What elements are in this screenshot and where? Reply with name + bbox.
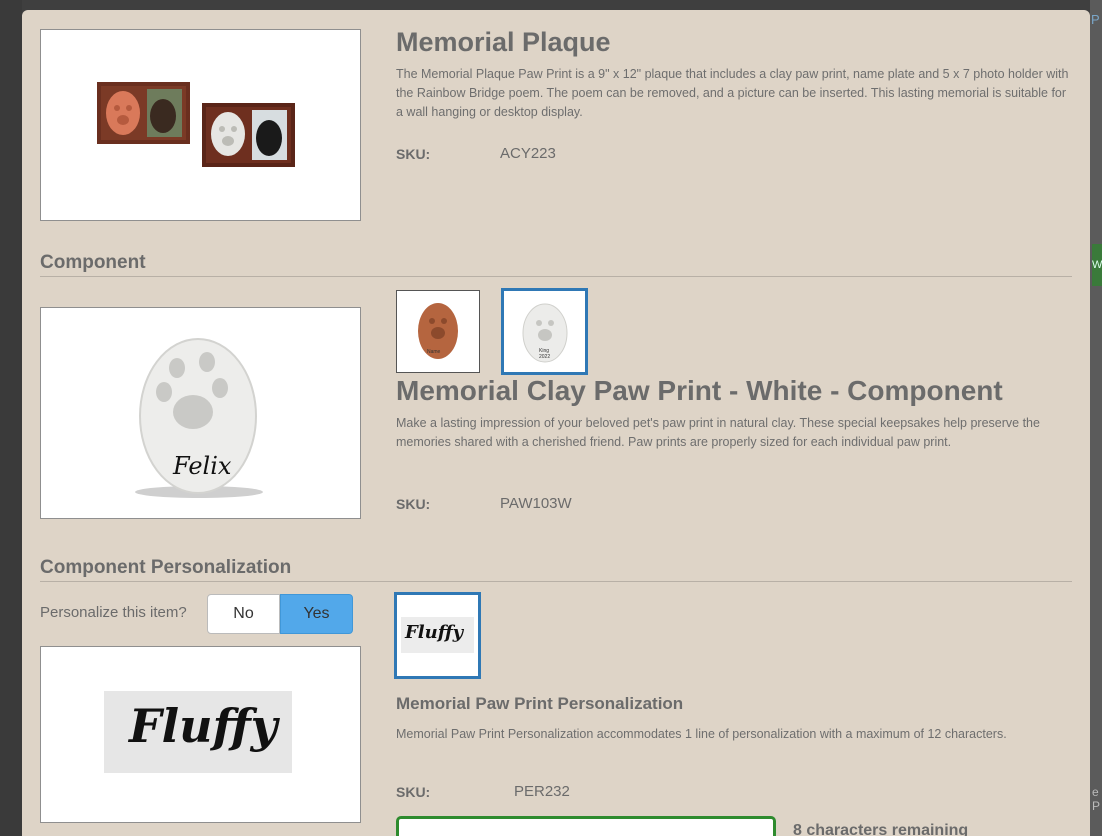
product-sku-value: ACY223 [500, 145, 556, 162]
backdrop-left [0, 0, 22, 836]
backdrop-green-button: W [1092, 244, 1102, 286]
variant-thumb-terracotta[interactable]: Name [396, 290, 480, 373]
component-image-name: Felix [173, 452, 232, 480]
component-title: Memorial Clay Paw Print - White - Compon… [396, 375, 1003, 406]
personalization-thumb[interactable]: Fluffy [394, 592, 481, 679]
personalization-sku-label: SKU: [396, 784, 431, 800]
personalization-image-text: Fluffy [129, 699, 278, 753]
personalization-title: Memorial Paw Print Personalization [396, 694, 684, 713]
chars-remaining-counter: 8 characters remaining [793, 822, 969, 836]
personalization-heading: Component Personalization [40, 557, 292, 578]
component-divider [40, 276, 1072, 277]
personalization-thumb-text: Fluffy [405, 622, 464, 643]
personalization-image: Fluffy [40, 646, 361, 823]
white-thumb-text: King 2022 [539, 348, 551, 360]
component-description: Make a lasting impression of your belove… [396, 416, 1040, 449]
personalization-divider [40, 581, 1072, 582]
plaque-illustration [97, 82, 295, 167]
personalize-prompt: Personalize this item? [40, 604, 187, 621]
product-title: Memorial Plaque [396, 27, 611, 57]
backdrop-text-p: P [1091, 12, 1100, 27]
personalize-yes-button[interactable]: Yes [280, 594, 353, 634]
white-paw-illustration [135, 338, 263, 498]
product-image [40, 29, 361, 221]
backdrop-text-e: e P [1092, 785, 1101, 813]
terracotta-thumb-text: Name [427, 349, 441, 355]
personalization-sku-value: PER232 [514, 783, 570, 800]
backdrop-right [1090, 0, 1102, 836]
component-image: Felix [40, 307, 361, 519]
component-sku-label: SKU: [396, 496, 431, 512]
personalize-toggle: No Yes [207, 594, 353, 634]
variant-thumb-white[interactable]: King 2022 [501, 288, 588, 375]
personalize-no-button[interactable]: No [207, 594, 280, 634]
product-sku-label: SKU: [396, 146, 431, 162]
component-heading: Component [40, 252, 146, 273]
product-modal: Memorial Plaque The Memorial Plaque Paw … [22, 10, 1090, 836]
product-description: The Memorial Plaque Paw Print is a 9" x … [396, 67, 1069, 119]
component-sku-value: PAW103W [500, 495, 572, 512]
personalization-text-input[interactable] [396, 816, 776, 836]
terracotta-paw-icon [418, 303, 458, 359]
personalization-description: Memorial Paw Print Personalization accom… [396, 727, 1007, 741]
